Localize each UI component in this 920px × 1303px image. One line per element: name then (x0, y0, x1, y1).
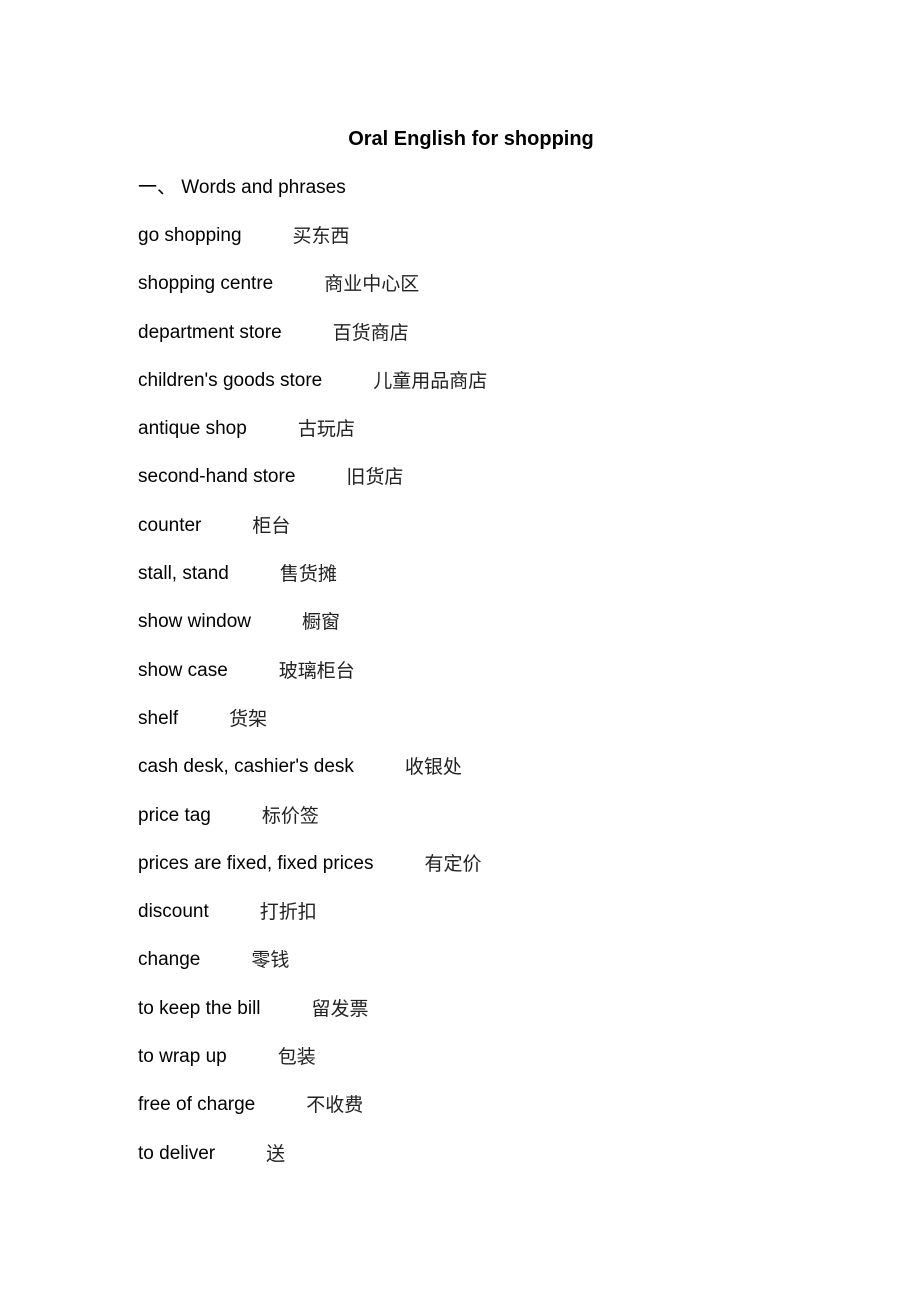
chinese-term: 送 (266, 1142, 286, 1165)
chinese-term: 商业中心区 (324, 273, 420, 296)
section-heading: 一、 Words and phrases (138, 174, 346, 201)
english-term: stall, stand (138, 563, 229, 585)
vocabulary-item: department store 百货商店 (138, 320, 487, 368)
vocabulary-item: show case 玻璃柜台 (138, 658, 487, 706)
vocabulary-item: to wrap up 包装 (138, 1044, 487, 1092)
vocabulary-item: price tag 标价签 (138, 803, 487, 851)
chinese-term: 包装 (277, 1046, 316, 1069)
english-term: to wrap up (138, 1046, 227, 1068)
chinese-term: 古玩店 (297, 418, 355, 441)
vocabulary-item: counter 柜台 (138, 513, 487, 561)
vocabulary-item: free of charge 不收费 (138, 1092, 487, 1140)
vocabulary-list: go shopping 买东西 shopping centre 商业中心区 depa… (138, 223, 487, 1189)
document-page: Oral English for shopping 一、 Words and p… (0, 0, 920, 1303)
chinese-term: 标价签 (261, 804, 319, 827)
vocabulary-item: cash desk, cashier's desk 收银处 (138, 754, 487, 802)
english-term: shelf (138, 707, 179, 729)
chinese-term: 有定价 (424, 852, 482, 875)
english-term: go shopping (138, 225, 242, 246)
vocabulary-item: show window 橱窗 (138, 609, 487, 657)
english-term: price tag (138, 804, 211, 826)
english-term: cash desk, cashier's desk (138, 756, 354, 778)
vocabulary-item: shelf 货架 (138, 706, 487, 754)
vocabulary-item: shopping centre 商业中心区 (138, 271, 487, 319)
vocabulary-item: discount 打折扣 (138, 899, 487, 947)
chinese-term: 百货商店 (332, 321, 409, 344)
english-term: discount (138, 901, 209, 923)
chinese-term: 不收费 (306, 1094, 364, 1117)
chinese-term: 橱窗 (302, 611, 341, 634)
chinese-term: 收银处 (404, 756, 462, 779)
chinese-term: 儿童用品商店 (373, 369, 488, 392)
chinese-term: 留发票 (311, 997, 369, 1020)
vocabulary-item: change 零钱 (138, 947, 487, 995)
english-term: change (138, 949, 201, 971)
chinese-term: 打折扣 (259, 901, 317, 924)
chinese-term: 零钱 (251, 949, 290, 972)
vocabulary-item: prices are fixed, fixed prices 有定价 (138, 851, 487, 899)
section-number: 一、 (138, 176, 177, 198)
vocabulary-item: stall, stand 售货摊 (138, 561, 487, 609)
vocabulary-item: children's goods store 儿童用品商店 (138, 368, 487, 416)
document-title: Oral English for shopping (348, 128, 594, 150)
english-term: prices are fixed, fixed prices (138, 852, 374, 874)
section-heading-text: Words and phrases (181, 177, 346, 198)
chinese-term: 柜台 (252, 514, 291, 537)
vocabulary-item: to keep the bill 留发票 (138, 996, 487, 1044)
english-term: show window (138, 611, 251, 633)
english-term: to keep the bill (138, 997, 261, 1019)
english-term: second-hand store (138, 466, 296, 488)
english-term: free of charge (138, 1094, 256, 1116)
chinese-term: 售货摊 (279, 563, 337, 586)
chinese-term: 货架 (229, 707, 268, 730)
english-term: antique shop (138, 418, 247, 440)
chinese-term: 玻璃柜台 (278, 659, 355, 682)
english-term: to deliver (138, 1142, 216, 1164)
english-term: shopping centre (138, 273, 274, 295)
vocabulary-item: go shopping 买东西 (138, 223, 487, 271)
chinese-term: 买东西 (292, 225, 350, 247)
english-term: department store (138, 321, 282, 343)
english-term: show case (138, 659, 228, 681)
english-term: counter (138, 514, 202, 536)
chinese-term: 旧货店 (346, 466, 404, 489)
vocabulary-item: antique shop 古玩店 (138, 416, 487, 464)
vocabulary-item: to deliver 送 (138, 1141, 487, 1189)
vocabulary-item: second-hand store 旧货店 (138, 464, 487, 512)
english-term: children's goods store (138, 369, 323, 391)
